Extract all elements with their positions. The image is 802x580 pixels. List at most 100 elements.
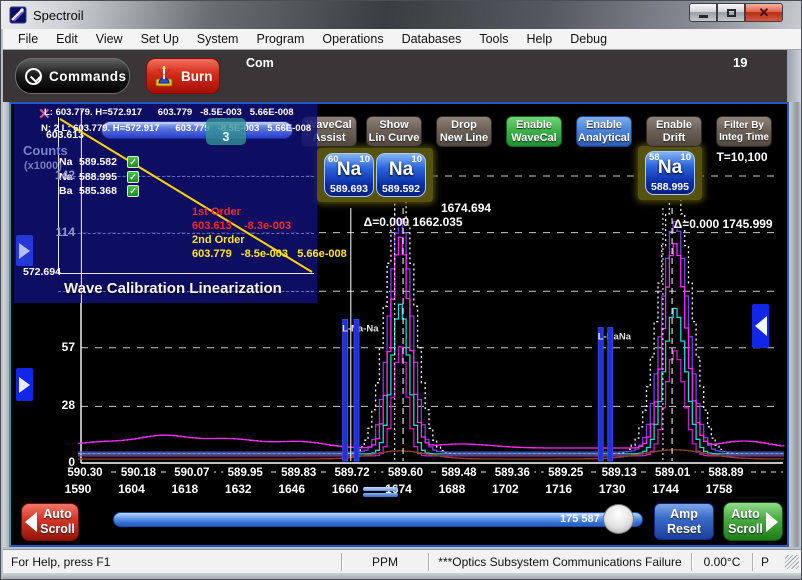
toolbar: Commands Burn Com 19 (3, 50, 787, 102)
minimize-button[interactable] (689, 3, 717, 22)
menu-item-help[interactable]: Help (518, 30, 562, 48)
order2-label: 2nd Order (192, 234, 245, 246)
x-pixel-label: 1758 (706, 482, 733, 496)
menu-item-view[interactable]: View (87, 30, 132, 48)
drop-new-line-button[interactable]: DropNew Line (436, 116, 492, 147)
order1-label: 1st Order (192, 206, 241, 218)
element-wavelength: 589.582 (79, 156, 127, 168)
enable-drift-button[interactable]: EnableDrift (646, 116, 702, 147)
status-mode: PPM (342, 555, 428, 569)
x-pixel-label: 1744 (652, 482, 679, 496)
maximize-button[interactable] (717, 3, 745, 22)
x-wavelength-label: 589.72 (334, 467, 369, 479)
scroll-left-arrow[interactable] (16, 368, 33, 401)
order2-value: 603.779 -8.5e-003 5.66e-008 (192, 248, 347, 260)
status-error: ***Optics Subsystem Communications Failu… (429, 555, 691, 569)
status-temperature: 0.00°C (692, 555, 752, 569)
x-pixel-label: 1716 (545, 482, 572, 496)
y-tick-label: 142 (33, 168, 75, 182)
menu-item-operations[interactable]: Operations (313, 30, 392, 48)
element-wavelength: 585.368 (79, 185, 127, 197)
burn-button[interactable]: Burn (146, 58, 220, 94)
scroll-left-arrow[interactable] (16, 235, 33, 266)
menu-item-program[interactable]: Program (247, 30, 313, 48)
line-marker-label: L-NaNa (598, 332, 632, 343)
amp-reset-button[interactable]: AmpReset (654, 503, 714, 540)
trace-darkmagenta (78, 347, 784, 456)
calibration-row[interactable]: L: 603.779. H=572.917 603.779 -8.5E-003 … (44, 107, 294, 118)
order-count-badge: 3 (206, 118, 246, 145)
delta-label: Δ=0.000 1662.0351674.694 (344, 201, 554, 243)
x-wavelength-label: 588.89 (708, 467, 743, 479)
x-pixel-label: 1660 (332, 482, 359, 496)
x-pixel-label: 1646 (278, 482, 305, 496)
window-edge (787, 50, 801, 102)
checkbox-checked-icon[interactable]: ✓ (127, 185, 139, 197)
right-triangle-icon (19, 243, 30, 259)
x-pixel-label: 1618 (171, 482, 198, 496)
view-position-indicator[interactable] (363, 487, 398, 499)
horizontal-scrollbar[interactable]: 175 587 (113, 512, 643, 527)
x-pixel-label: 1604 (118, 482, 145, 496)
delta-label: Δ=0.000 1745.999 (654, 203, 773, 245)
x-wavelength-label: 589.13 (602, 467, 637, 479)
window-edge (3, 102, 9, 549)
x-pixel-label: 1688 (439, 482, 466, 496)
element-badge-na[interactable]: 5810Na588.995 (645, 151, 695, 195)
spectrum-view: L-Na-NaL-NaNa590.301590590.181604590.071… (9, 102, 789, 547)
line-marker-label: L-Na-Na (342, 324, 379, 335)
calibration-element-row[interactable]: Ba585.368✓ (59, 184, 139, 199)
menu-item-set-up[interactable]: Set Up (132, 30, 188, 48)
close-button[interactable]: ✕ (745, 3, 783, 22)
y-axis-title: Counts (23, 143, 68, 158)
order1-value: 603.613 -8.3e-003 (192, 220, 291, 232)
trace-cyan (78, 304, 784, 454)
x-pixel-label: 1730 (599, 482, 626, 496)
menu-item-debug[interactable]: Debug (561, 30, 616, 48)
menu-item-file[interactable]: File (9, 30, 47, 48)
y-tick-label: 0 (33, 455, 75, 469)
statusbar: For Help, press F1 PPM ***Optics Subsyst… (3, 549, 801, 573)
scroll-right-arrow[interactable] (752, 304, 769, 348)
x-wavelength-label: 590.18 (121, 467, 157, 479)
checkbox-checked-icon[interactable]: ✓ (127, 171, 139, 183)
checkbox-checked-icon[interactable]: ✓ (127, 156, 139, 168)
element-badge-na[interactable]: 10Na589.592 (376, 153, 426, 197)
right-triangle-icon (766, 512, 778, 532)
app-icon (9, 6, 27, 24)
menu-item-system[interactable]: System (188, 30, 248, 48)
left-triangle-icon (25, 512, 37, 532)
x-wavelength-label: 589.95 (228, 467, 264, 479)
resize-grip[interactable] (785, 555, 799, 569)
status-partial: P (753, 555, 779, 569)
x-pixel-label: 1590 (65, 482, 92, 496)
enable-wavecal-button[interactable]: EnableWaveCal (506, 116, 562, 147)
element-badge-group: 6010Na589.69310Na589.592 (317, 148, 433, 202)
burn-icon (151, 63, 177, 89)
x-wavelength-label: 589.36 (495, 467, 530, 479)
maximize-icon (727, 9, 736, 17)
menu-item-edit[interactable]: Edit (47, 30, 87, 48)
enable-analytical-button[interactable]: EnableAnalytical (576, 116, 632, 147)
menu-item-tools[interactable]: Tools (470, 30, 517, 48)
scrollbar-thumb[interactable] (603, 504, 634, 534)
x-wavelength-label: 589.83 (281, 467, 316, 479)
calibration-row-selected[interactable]: N: 2 L: 603.779. H=572.917 603.779 -8.5E… (41, 123, 311, 134)
toolbar-counter: 19 (733, 55, 747, 70)
titlebar: Spectroil ✕ (1, 1, 802, 29)
auto-scroll-left-button[interactable]: AutoScroll (21, 503, 79, 541)
element-symbol: Na (59, 156, 79, 168)
delta-value: Δ=0.000 1745.999 (674, 217, 773, 231)
commands-button[interactable]: Commands (15, 58, 130, 94)
auto-scroll-right-button[interactable]: AutoScroll (723, 502, 783, 541)
close-icon: ✕ (759, 6, 770, 19)
menu-item-databases[interactable]: Databases (393, 30, 471, 48)
show-lin-curve-button[interactable]: ShowLin Curve (366, 116, 422, 147)
filter-by-integ-time-button[interactable]: Filter ByInteg Time (716, 116, 772, 147)
wave-calibration-panel: ✕ L: 603.779. H=572.917 603.779 -8.5E-00… (14, 104, 317, 303)
element-badge-na[interactable]: 6010Na589.693 (324, 153, 374, 197)
y-tick-label: 57 (33, 340, 75, 354)
x-wavelength-label: 589.48 (441, 467, 477, 479)
delta-value-overlap: 1674.694 (441, 201, 491, 215)
app-window: Spectroil ✕ FileEditViewSet UpSystemProg… (0, 0, 802, 580)
